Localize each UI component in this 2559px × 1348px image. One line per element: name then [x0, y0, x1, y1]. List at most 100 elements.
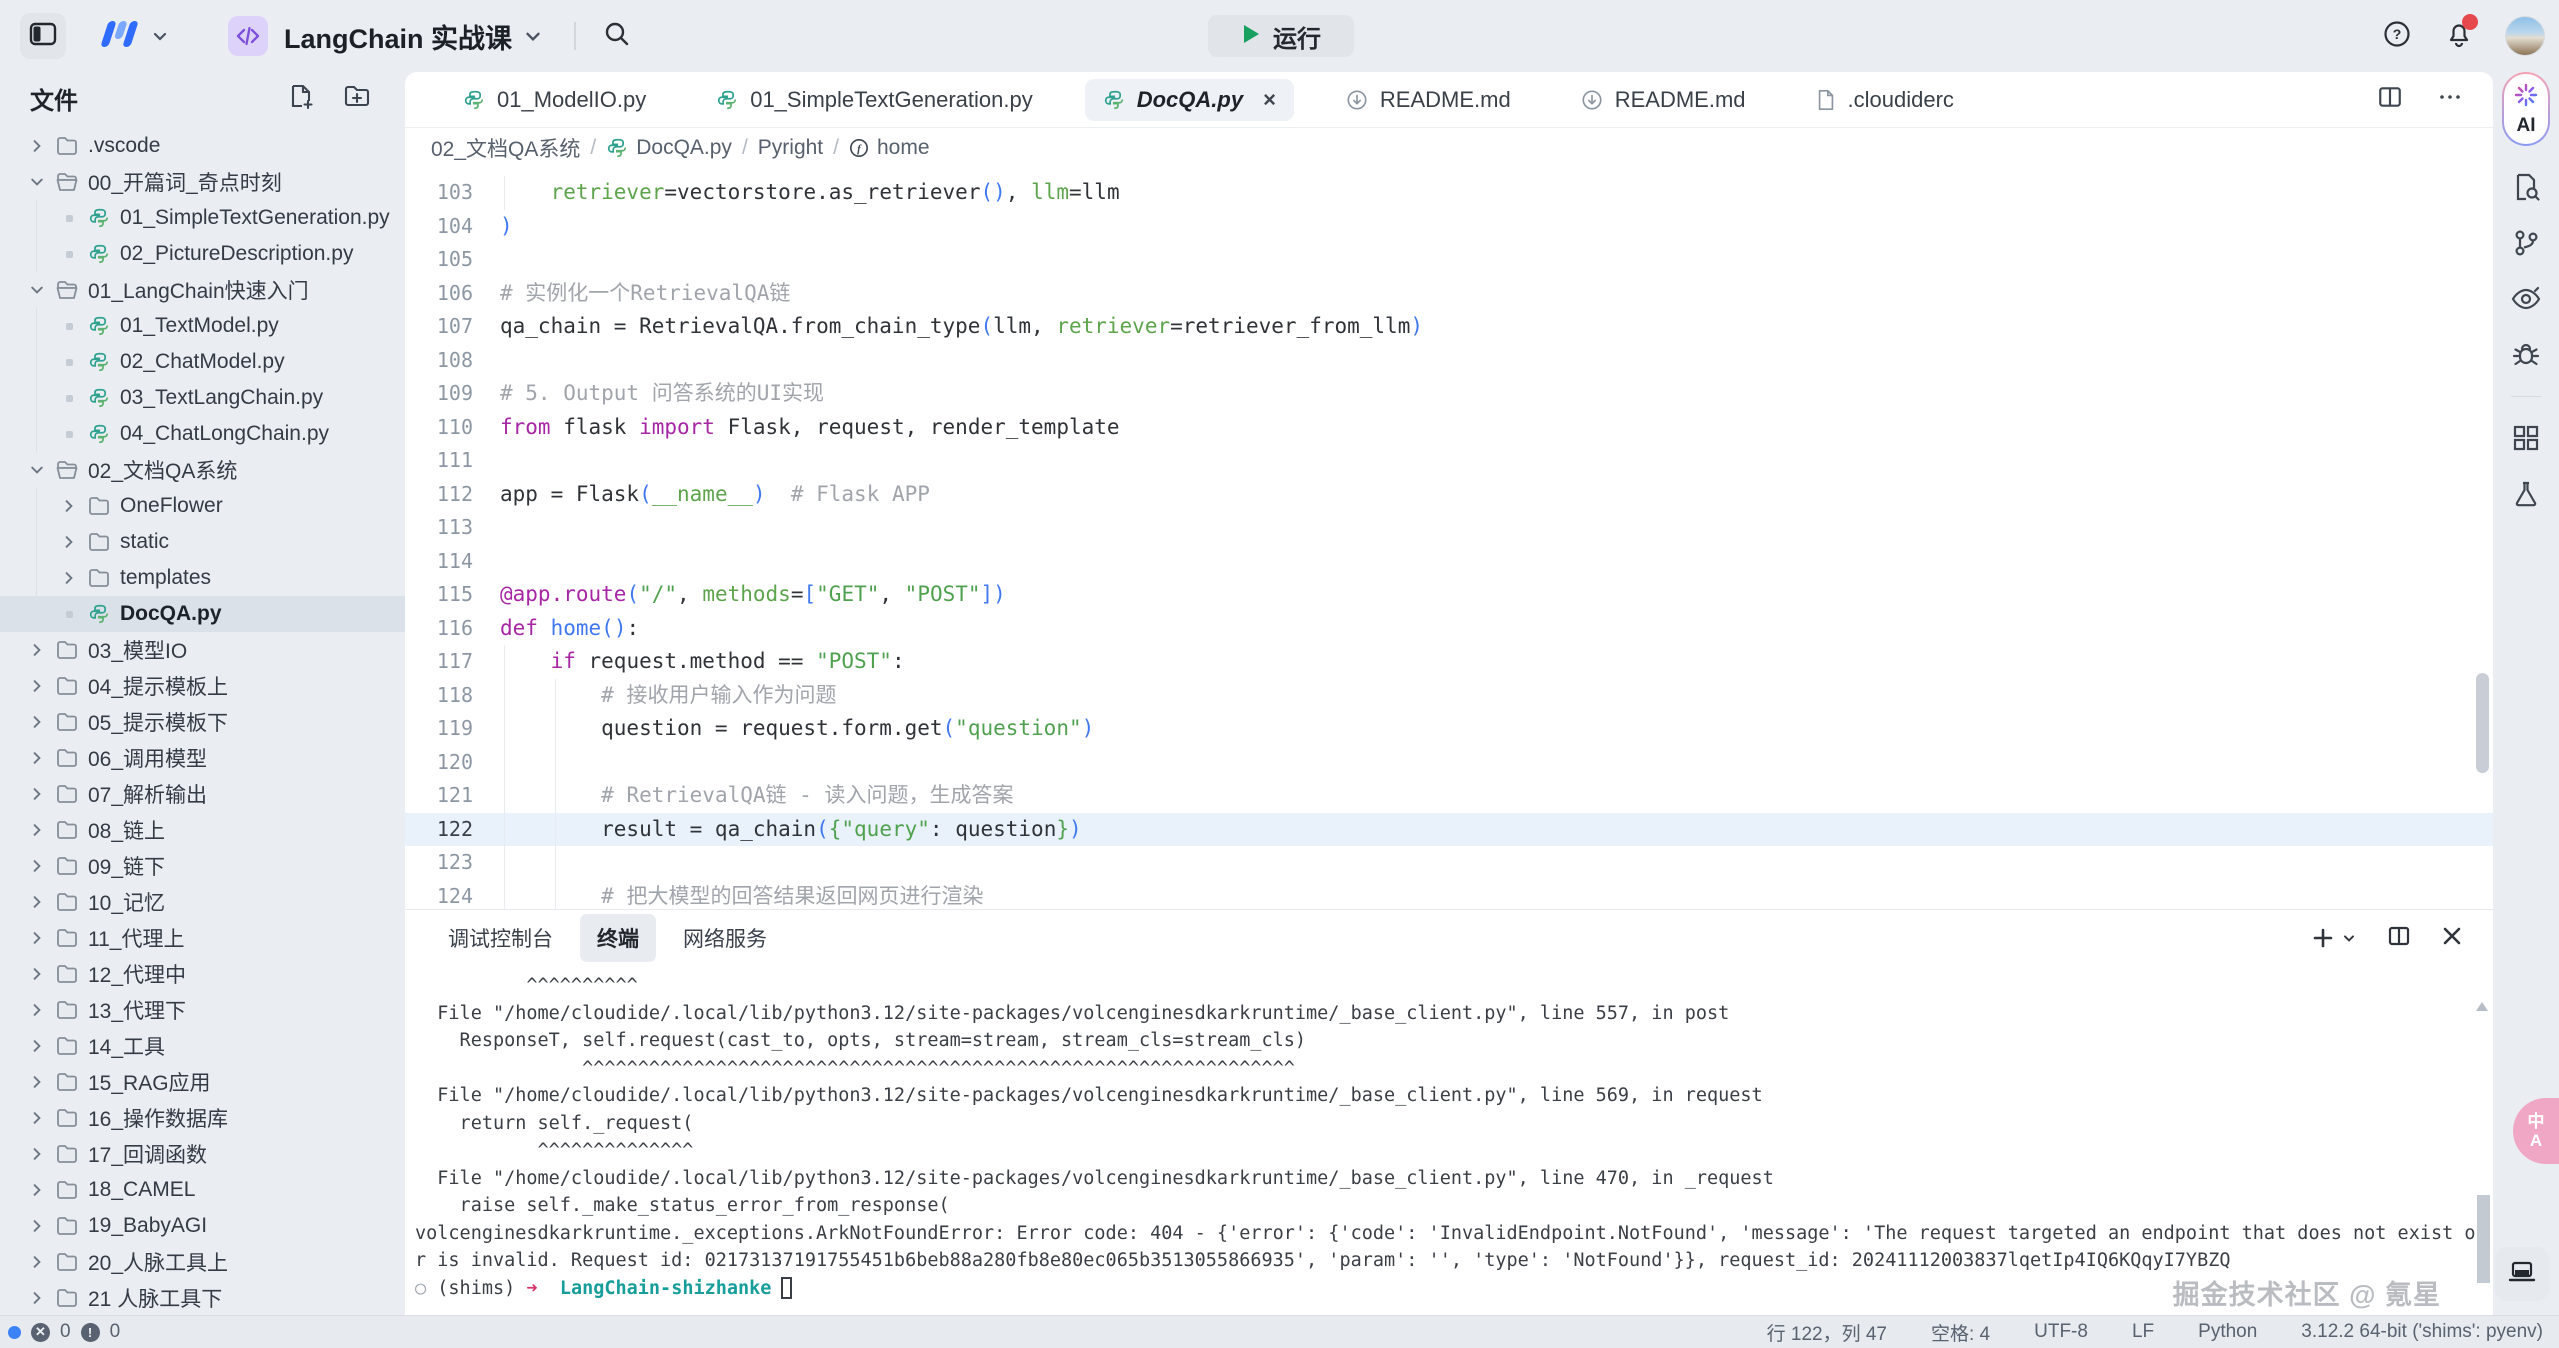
tab-01_SimpleTextGeneration.py[interactable]: 01_SimpleTextGeneration.py	[698, 79, 1051, 121]
terminal-tab-终端[interactable]: 终端	[580, 914, 656, 962]
chevron-right-icon[interactable]	[24, 1290, 50, 1306]
tab-README.md[interactable]: README.md	[1563, 79, 1764, 121]
search-button[interactable]	[602, 19, 632, 54]
run-button[interactable]: 运行	[1208, 15, 1354, 57]
code-line-104[interactable]: 104)	[405, 210, 2493, 244]
split-terminal-icon[interactable]	[2387, 924, 2411, 953]
code-line-121[interactable]: 121 # RetrievalQA链 - 读入问题，生成答案	[405, 779, 2493, 813]
terminal-output[interactable]: ^^^^^^^^^^ File "/home/cloudide/.local/l…	[405, 966, 2493, 1302]
chevron-right-icon[interactable]	[24, 966, 50, 982]
chevron-right-icon[interactable]	[24, 678, 50, 694]
code-line-107[interactable]: 107qa_chain = RetrievalQA.from_chain_typ…	[405, 310, 2493, 344]
close-panel-icon[interactable]	[2441, 925, 2463, 952]
tree-item-03_TextLangChain.py[interactable]: 03_TextLangChain.py	[0, 380, 405, 416]
terminal-tab-调试控制台[interactable]: 调试控制台	[431, 914, 570, 962]
code-line-112[interactable]: 112app = Flask(__name__) # Flask APP	[405, 478, 2493, 512]
tree-item-14_-[interactable]: 14_工具	[0, 1028, 405, 1064]
tree-item-01_LangChain-[interactable]: 01_LangChain快速入门	[0, 272, 405, 308]
tree-item-11_-[interactable]: 11_代理上	[0, 920, 405, 956]
code-line-103[interactable]: 103 retriever=vectorstore.as_retriever()…	[405, 176, 2493, 210]
chevron-right-icon[interactable]	[24, 1038, 50, 1054]
tree-item-13_-[interactable]: 13_代理下	[0, 992, 405, 1028]
chevron-right-icon[interactable]	[24, 858, 50, 874]
status-item[interactable]: 行 122，列 47	[1767, 1319, 1887, 1346]
tree-item-02_-QA-[interactable]: 02_文档QA系统	[0, 452, 405, 488]
tree-item-templates[interactable]: templates	[0, 560, 405, 596]
new-terminal-button[interactable]	[2311, 926, 2357, 950]
tab-README.md[interactable]: README.md	[1328, 79, 1529, 121]
chevron-right-icon[interactable]	[24, 1146, 50, 1162]
more-actions-icon[interactable]	[2437, 84, 2463, 115]
chevron-right-icon[interactable]	[24, 1074, 50, 1090]
source-control-icon[interactable]	[2511, 228, 2541, 258]
tree-item-01_TextModel.py[interactable]: 01_TextModel.py	[0, 308, 405, 344]
code-line-114[interactable]: 114	[405, 545, 2493, 579]
tree-item-02_PictureDescription.py[interactable]: 02_PictureDescription.py	[0, 236, 405, 272]
breadcrumb-item-DocQA.py[interactable]: DocQA.py	[606, 136, 732, 160]
chevron-right-icon[interactable]	[24, 1110, 50, 1126]
chevron-right-icon[interactable]	[24, 1218, 50, 1234]
code-line-117[interactable]: 117 if request.method == "POST":	[405, 645, 2493, 679]
code-line-105[interactable]: 105	[405, 243, 2493, 277]
code-line-109[interactable]: 109# 5. Output 问答系统的UI实现	[405, 377, 2493, 411]
chevron-down-icon[interactable]	[24, 462, 50, 478]
code-line-106[interactable]: 106# 实例化一个RetrievalQA链	[405, 277, 2493, 311]
device-preview-button[interactable]	[2495, 1247, 2549, 1301]
code-line-120[interactable]: 120	[405, 746, 2493, 780]
tree-item-04_ChatLongChain.py[interactable]: 04_ChatLongChain.py	[0, 416, 405, 452]
tree-item-.vscode[interactable]: .vscode	[0, 128, 405, 164]
tree-item-DocQA.py[interactable]: DocQA.py	[0, 596, 405, 632]
chevron-right-icon[interactable]	[24, 930, 50, 946]
tree-item-00_-_-[interactable]: 00_开篇词_奇点时刻	[0, 164, 405, 200]
chevron-right-icon[interactable]	[24, 786, 50, 802]
tab-01_ModelIO.py[interactable]: 01_ModelIO.py	[445, 79, 664, 121]
tree-item-21-[interactable]: 21 人脉工具下	[0, 1280, 405, 1315]
tree-item-10_-[interactable]: 10_记忆	[0, 884, 405, 920]
code-line-123[interactable]: 123	[405, 846, 2493, 880]
code-line-122[interactable]: 122 result = qa_chain({"query": question…	[405, 813, 2493, 847]
split-editor-icon[interactable]	[2377, 84, 2403, 115]
tab-DocQA.py[interactable]: DocQA.py×	[1085, 79, 1294, 121]
lab-flask-icon[interactable]	[2511, 479, 2541, 509]
error-count-icon[interactable]: ✕	[31, 1323, 50, 1342]
tree-item-OneFlower[interactable]: OneFlower	[0, 488, 405, 524]
tree-item-18_CAMEL[interactable]: 18_CAMEL	[0, 1172, 405, 1208]
tree-item-09_-[interactable]: 09_链下	[0, 848, 405, 884]
tree-item-04_-[interactable]: 04_提示模板上	[0, 668, 405, 704]
terminal-scroll-up-arrow[interactable]	[2476, 1002, 2488, 1011]
extensions-grid-icon[interactable]	[2511, 423, 2541, 453]
status-item[interactable]: 3.12.2 64-bit ('shims': pyenv)	[2301, 1321, 2543, 1343]
chevron-down-icon[interactable]	[24, 174, 50, 190]
preview-eye-icon[interactable]	[2510, 284, 2542, 314]
terminal-scrollbar-thumb[interactable]	[2477, 1195, 2490, 1283]
breadcrumb-item-home[interactable]: fhome	[849, 136, 930, 160]
code-line-108[interactable]: 108	[405, 344, 2493, 378]
tree-item-static[interactable]: static	[0, 524, 405, 560]
tree-item-17_-[interactable]: 17_回调函数	[0, 1136, 405, 1172]
code-line-119[interactable]: 119 question = request.form.get("questio…	[405, 712, 2493, 746]
chevron-right-icon[interactable]	[24, 714, 50, 730]
status-item[interactable]: 空格: 4	[1931, 1319, 1990, 1346]
code-editor[interactable]: 103 retriever=vectorstore.as_retriever()…	[405, 168, 2493, 909]
ide-logo[interactable]	[96, 17, 170, 56]
status-item[interactable]: Python	[2198, 1321, 2257, 1343]
code-line-118[interactable]: 118 # 接收用户输入作为问题	[405, 679, 2493, 713]
tab-.cloudiderc[interactable]: .cloudiderc	[1798, 79, 1972, 121]
tree-item-05_-[interactable]: 05_提示模板下	[0, 704, 405, 740]
status-item[interactable]: LF	[2132, 1321, 2154, 1343]
chevron-right-icon[interactable]	[24, 1002, 50, 1018]
chevron-right-icon[interactable]	[24, 750, 50, 766]
help-icon[interactable]: ?	[2381, 18, 2413, 55]
code-line-116[interactable]: 116def home():	[405, 612, 2493, 646]
tree-item-03_-IO[interactable]: 03_模型IO	[0, 632, 405, 668]
tree-item-07_-[interactable]: 07_解析输出	[0, 776, 405, 812]
code-line-111[interactable]: 111	[405, 444, 2493, 478]
new-file-icon[interactable]	[287, 82, 315, 115]
code-line-124[interactable]: 124 # 把大模型的回答结果返回网页进行渲染	[405, 880, 2493, 910]
tree-item-08_-[interactable]: 08_链上	[0, 812, 405, 848]
chevron-right-icon[interactable]	[24, 1182, 50, 1198]
tree-item-02_ChatModel.py[interactable]: 02_ChatModel.py	[0, 344, 405, 380]
warning-count-icon[interactable]: !	[81, 1323, 100, 1342]
terminal-tab-网络服务[interactable]: 网络服务	[666, 914, 784, 962]
ai-assistant-button[interactable]: AI	[2502, 72, 2550, 146]
